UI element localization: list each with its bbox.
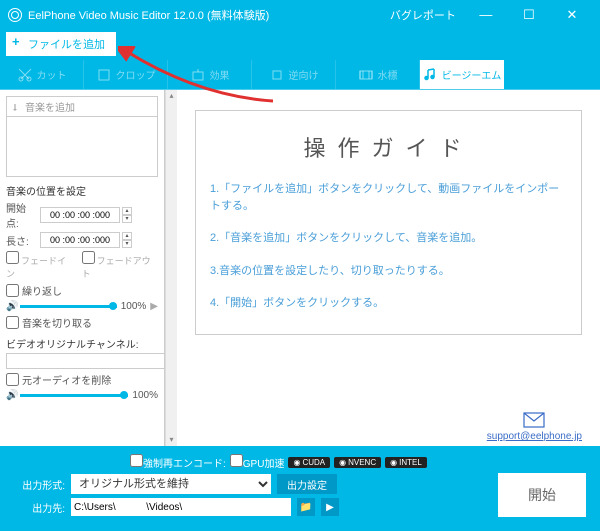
start-spin-down[interactable]: ▾ [122, 215, 132, 223]
tab-cut[interactable]: カット [0, 60, 84, 89]
repeat-check[interactable]: 繰り返し [6, 283, 158, 298]
remove-original-check[interactable]: 元オーディオを削除 [6, 372, 158, 387]
support-link[interactable]: support@eelphone.jp [487, 431, 582, 442]
len-spin-down[interactable]: ▾ [122, 240, 132, 248]
left-panel: 音楽を追加 音楽の位置を設定 開始点: ▴▾ 長さ: ▴▾ フェードイン フェー… [0, 90, 165, 446]
start-button[interactable]: 開始 [498, 473, 586, 517]
scroll-up-icon[interactable]: ▴ [166, 90, 177, 102]
channel-label: ビデオオリジナルチャンネル: [6, 336, 158, 351]
speaker-icon-1: 🔊 [6, 301, 16, 312]
tab-crop[interactable]: クロップ [84, 60, 168, 89]
channel-select[interactable] [6, 353, 165, 369]
intel-badge: ◉ INTEL [385, 457, 427, 468]
len-spin-up[interactable]: ▴ [122, 232, 132, 240]
add-file-label: ファイルを追加 [28, 36, 105, 52]
format-select[interactable]: オリジナル形式を維持 [71, 474, 271, 494]
nvenc-badge: ◉ NVENC [334, 457, 381, 468]
minimize-button[interactable]: — [466, 0, 506, 30]
format-label: 出力形式: [10, 477, 65, 492]
guide-step-4: 4.「開始」ボタンをクリックする。 [210, 295, 567, 312]
speaker-icon-2: 🔊 [6, 390, 16, 401]
guide-step-2: 2.「音楽を追加」ボタンをクリックして、音楽を追加。 [210, 230, 567, 247]
start-spin-up[interactable]: ▴ [122, 207, 132, 215]
app-logo-icon [8, 8, 22, 22]
music-list[interactable] [6, 117, 158, 177]
browse-folder-button[interactable]: 📁 [297, 498, 315, 516]
tab-effect[interactable]: 効果 [168, 60, 252, 89]
add-file-button[interactable]: ファイルを追加 [6, 32, 116, 56]
tab-bgm[interactable]: ビージーエム [420, 60, 504, 89]
force-encode-check[interactable]: 強制再エンコード: [130, 454, 226, 470]
music-volume-slider[interactable] [20, 305, 117, 308]
guide-panel: 操作ガイド 1.「ファイルを追加」ボタンをクリックして、動画ファイルをインポート… [177, 90, 600, 446]
scroll-down-icon[interactable]: ▾ [166, 434, 177, 446]
start-time-input[interactable] [40, 207, 120, 223]
output-path-label: 出力先: [10, 500, 65, 515]
app-title: EelPhone Video Music Editor 12.0.0 (無料体験… [28, 7, 390, 23]
length-label: 長さ: [6, 233, 38, 248]
mail-icon [523, 412, 545, 428]
output-setting-button[interactable]: 出力設定 [277, 474, 337, 494]
orig-volume-value: 100% [132, 390, 158, 401]
tab-watermark[interactable]: 水標 [336, 60, 420, 89]
fadeout-check[interactable]: フェードアウト [82, 251, 158, 280]
tab-bar: カット クロップ 効果 逆向け 水標 ビージーエム [0, 60, 600, 90]
start-label: 開始点: [6, 200, 38, 230]
output-path-input[interactable] [71, 498, 291, 516]
orig-volume-slider[interactable] [20, 394, 128, 397]
bug-report-link[interactable]: バグレポート [390, 7, 456, 23]
length-input[interactable] [40, 232, 120, 248]
plus-icon [12, 38, 24, 50]
position-label: 音楽の位置を設定 [6, 183, 158, 198]
tab-reverse[interactable]: 逆向け [252, 60, 336, 89]
left-scrollbar[interactable]: ▴ ▾ [165, 90, 177, 446]
footer: 強制再エンコード: GPU加速 ◉ CUDA ◉ NVENC ◉ INTEL 出… [0, 446, 600, 524]
gpu-accel-check[interactable]: GPU加速 [230, 454, 285, 470]
fadein-check[interactable]: フェードイン [6, 251, 74, 280]
cuda-badge: ◉ CUDA [288, 457, 330, 468]
close-button[interactable]: ✕ [552, 0, 592, 30]
add-music-button[interactable]: 音楽を追加 [6, 96, 158, 117]
guide-step-3: 3.音楽の位置を設定したり、切り取ったりする。 [210, 263, 567, 280]
trim-check[interactable]: 音楽を切り取る [6, 315, 158, 330]
music-volume-value: 100% [121, 301, 147, 312]
guide-title: 操作ガイド [210, 131, 567, 163]
maximize-button[interactable]: ☐ [509, 0, 549, 30]
play-icon-1[interactable]: ▶ [150, 301, 158, 312]
open-folder-button[interactable]: ▶ [321, 498, 339, 516]
guide-step-1: 1.「ファイルを追加」ボタンをクリックして、動画ファイルをインポートする。 [210, 181, 567, 214]
